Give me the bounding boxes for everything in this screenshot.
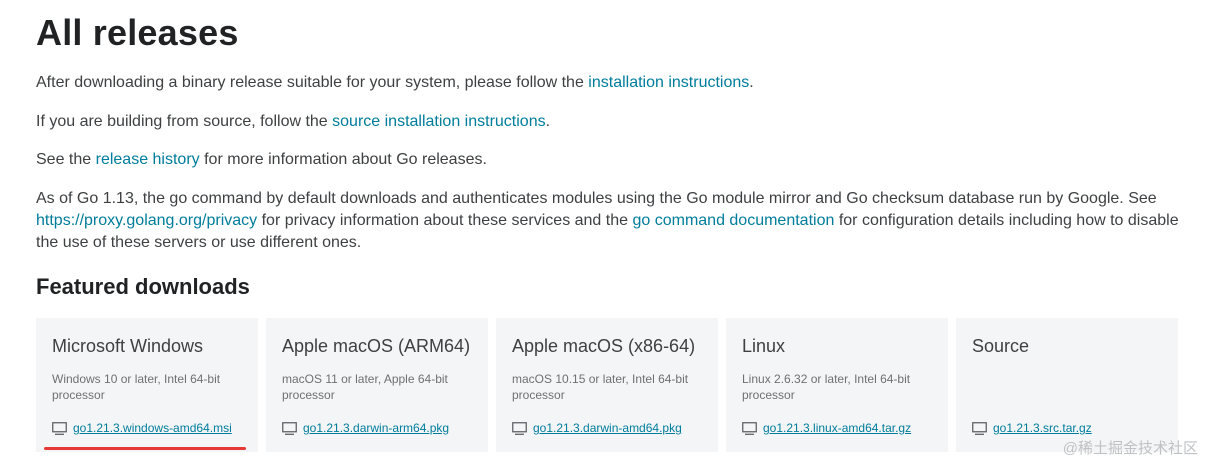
card-os-title: Microsoft Windows [52,336,204,356]
card-os-title: Apple macOS (x86-64) [512,336,696,356]
p4-text-before: As of Go 1.13, the go command by default… [36,190,1157,207]
download-icon [512,421,527,435]
p1-text-before: After downloading a binary release suita… [36,74,589,91]
download-card-macos-x86-64[interactable]: Apple macOS (x86-64) macOS 10.15 or late… [496,318,718,452]
download-link-macos-x86-64[interactable]: go1.21.3.darwin-amd64.pkg [512,421,682,435]
p2-text-after: . [545,113,551,130]
p2-text-before: If you are building from source, follow … [36,113,333,130]
download-icon [282,421,297,435]
download-card-macos-arm64[interactable]: Apple macOS (ARM64) macOS 11 or later, A… [266,318,488,452]
p3-text-after: for more information about Go releases. [199,151,487,168]
download-filename: go1.21.3.windows-amd64.msi [73,421,232,435]
download-icon [742,421,757,435]
download-card-linux[interactable]: Linux Linux 2.6.32 or later, Intel 64-bi… [726,318,948,452]
watermark-text: @稀土掘金技术社区 [1062,440,1198,457]
download-link-macos-arm64[interactable]: go1.21.3.darwin-arm64.pkg [282,421,449,435]
download-filename: go1.21.3.darwin-arm64.pkg [303,421,450,435]
release-history-link[interactable]: release history [96,151,200,168]
card-requirements: Windows 10 or later, Intel 64-bit proces… [52,372,221,402]
card-requirements: Linux 2.6.32 or later, Intel 64-bit proc… [742,372,911,402]
download-icon [972,421,987,435]
p3-text-before: See the [36,151,96,168]
card-os-title: Linux [742,336,786,356]
intro-history-paragraph: See the release history for more informa… [36,149,1201,171]
download-card-windows[interactable]: Microsoft Windows Windows 10 or later, I… [36,318,258,452]
card-os-title: Source [972,336,1030,356]
download-filename: go1.21.3.src.tar.gz [993,421,1092,435]
red-highlight-underline [44,447,246,450]
featured-downloads-heading: Featured downloads [36,274,250,299]
download-icon [52,421,67,435]
go-command-documentation-link[interactable]: go command documentation [632,212,834,229]
source-installation-instructions-link[interactable]: source installation instructions [332,113,545,130]
card-os-title: Apple macOS (ARM64) [282,336,471,356]
download-link-linux[interactable]: go1.21.3.linux-amd64.tar.gz [742,421,911,435]
page-title: All releases [36,12,239,53]
download-card-source[interactable]: Source go1.21.3.src.tar.gz [956,318,1178,452]
intro-privacy-paragraph: As of Go 1.13, the go command by default… [36,188,1201,254]
card-requirements: macOS 10.15 or later, Intel 64-bit proce… [512,372,689,402]
featured-downloads-cards: Microsoft Windows Windows 10 or later, I… [36,318,1186,452]
download-filename: go1.21.3.darwin-amd64.pkg [533,421,682,435]
intro-install-paragraph: After downloading a binary release suita… [36,72,1201,94]
download-filename: go1.21.3.linux-amd64.tar.gz [763,421,912,435]
download-link-windows[interactable]: go1.21.3.windows-amd64.msi [52,421,232,435]
p4-text-middle: for privacy information about these serv… [257,212,633,229]
intro-source-paragraph: If you are building from source, follow … [36,111,1201,133]
installation-instructions-link[interactable]: installation instructions [588,74,749,91]
p1-text-after: . [749,74,754,91]
proxy-privacy-link[interactable]: https://proxy.golang.org/privacy [36,212,257,229]
card-requirements: macOS 11 or later, Apple 64-bit processo… [282,372,448,402]
download-link-source[interactable]: go1.21.3.src.tar.gz [972,421,1092,435]
